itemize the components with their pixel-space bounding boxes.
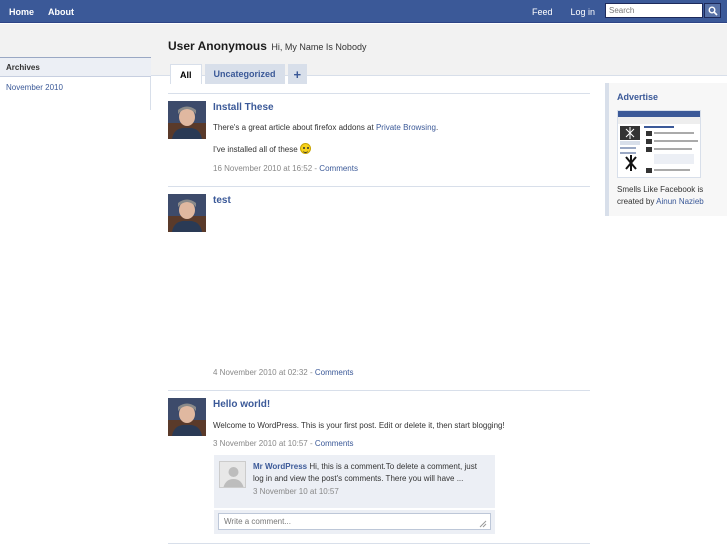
private-browsing-link[interactable]: Private Browsing [376,123,436,132]
author-link[interactable]: Ainun Nazieb [656,197,704,206]
comment-author-link[interactable]: Mr WordPress [253,462,307,471]
comment-text: Mr WordPress Hi, this is a comment.To de… [253,461,489,485]
theme-preview-image [618,111,700,173]
post-date: 4 November 2010 at 02:32 - [213,368,315,377]
comments-link[interactable]: Comments [319,164,358,173]
archive-link-november-2010[interactable]: November 2010 [6,83,63,92]
comment: Mr WordPress Hi, this is a comment.To de… [214,455,495,508]
post-body: There's a great article about firefox ad… [213,123,438,132]
nav-feed-link[interactable]: Feed [532,7,553,17]
post-body-second: I've installed all of these [213,143,311,154]
post-date: 16 November 2010 at 16:52 - [213,164,320,173]
comment-date: 3 November 10 at 10:57 [253,487,339,496]
search-icon [708,6,718,16]
profile-header: User Anonymous Hi, My Name Is Nobody [168,39,366,53]
comments-link[interactable]: Comments [315,439,354,448]
comments-link[interactable]: Comments [315,368,354,377]
avatar [168,398,206,436]
post-divider [168,543,590,544]
post-meta: 3 November 2010 at 10:57 - Comments [213,439,354,448]
user-avatar-icon [168,194,206,232]
nav-about-link[interactable]: About [48,7,74,17]
primary-nav: Home About [9,0,88,23]
post-title[interactable]: Hello world! [213,399,270,410]
archives-heading: Archives [0,58,151,77]
tab-all[interactable]: All [170,64,202,84]
tab-add[interactable]: + [287,64,308,84]
secondary-nav: Feed Log in [514,0,595,23]
post-date: 3 November 2010 at 10:57 - [213,439,315,448]
post-body-text: Welcome to WordPress. This is your first… [213,421,505,430]
user-avatar-icon [168,398,206,436]
profile-tagline: Hi, My Name Is Nobody [271,42,367,52]
sidebar-divider [150,77,151,110]
user-avatar-icon [168,101,206,139]
advertise-thumbnail[interactable] [617,110,701,178]
post-body-text: There's a great article about firefox ad… [213,123,376,132]
post-title[interactable]: Install These [213,102,274,113]
advertise-title: Advertise [617,92,659,102]
post-meta: 16 November 2010 at 16:52 - Comments [213,164,358,173]
profile-name: User Anonymous [168,39,267,53]
post-body-text: I've installed all of these [213,145,298,154]
comment-form: Write a comment... [214,510,495,534]
post-test: test 4 November 2010 at 02:32 - Comments [168,186,590,390]
post-install-these: Install These There's a great article ab… [168,93,590,186]
advertise-panel: Advertise Smells Like Facebook is create… [605,83,727,216]
avatar [168,101,206,139]
search-button[interactable] [704,3,721,18]
post-meta: 4 November 2010 at 02:32 - Comments [213,368,354,377]
nav-login-link[interactable]: Log in [570,7,595,17]
default-avatar-icon [220,462,245,487]
post-title[interactable]: test [213,195,231,206]
tab-bar: All Uncategorized + [170,64,310,84]
comment-input[interactable]: Write a comment... [218,513,491,530]
avatar [168,194,206,232]
search-input[interactable]: Search [605,3,703,18]
post-body-suffix: . [435,123,439,132]
resize-handle-icon[interactable] [479,520,487,528]
commenter-avatar [219,461,246,488]
smiley-icon [299,143,311,154]
advertise-text: Smells Like Facebook is created by Ainun… [617,184,727,208]
tab-uncategorized[interactable]: Uncategorized [204,64,285,84]
top-navigation-bar: Home About Feed Log in Search [0,0,727,23]
nav-home-link[interactable]: Home [9,7,34,17]
